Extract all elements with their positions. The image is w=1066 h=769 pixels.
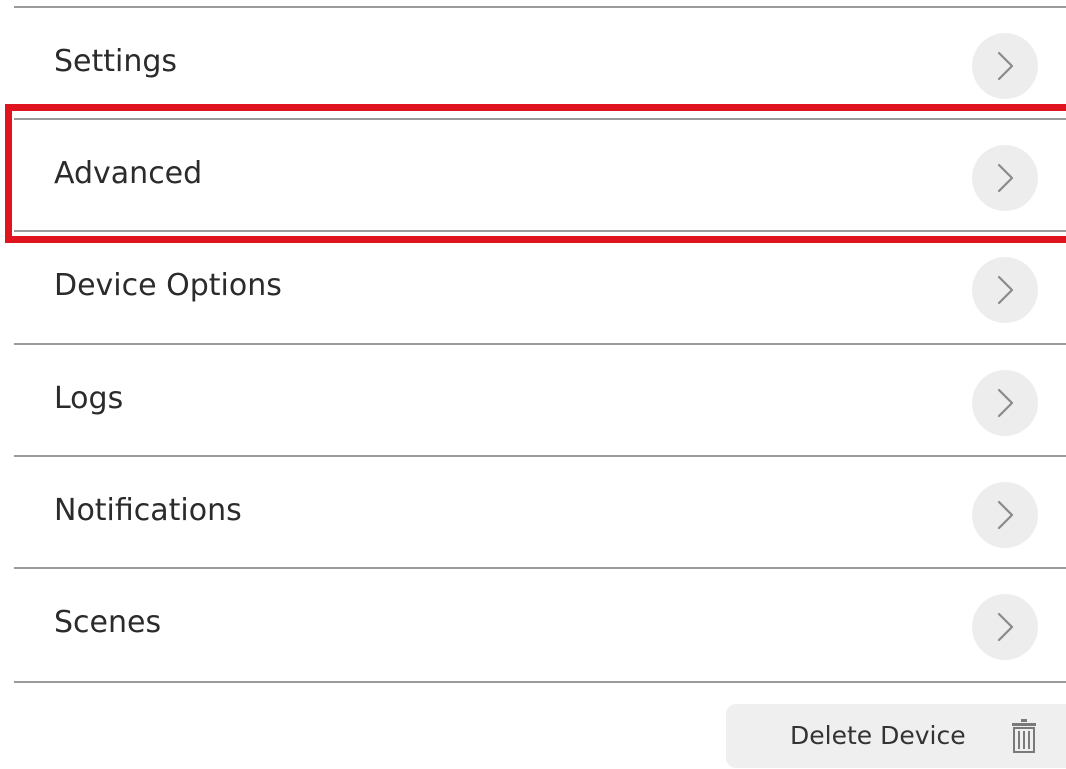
chevron-right-button[interactable]	[972, 594, 1038, 660]
menu-item-label: Advanced	[54, 156, 203, 191]
menu-item-settings[interactable]: Settings	[14, 6, 1066, 118]
chevron-right-icon	[997, 163, 1014, 193]
chevron-right-icon	[997, 51, 1014, 81]
menu-item-label: Settings	[54, 44, 178, 79]
divider	[14, 681, 1066, 683]
chevron-right-button[interactable]	[972, 33, 1038, 99]
chevron-right-icon	[997, 275, 1014, 305]
menu-item-label: Notifications	[54, 493, 242, 528]
menu-item-advanced[interactable]: Advanced	[14, 118, 1066, 230]
menu-item-logs[interactable]: Logs	[14, 343, 1066, 455]
chevron-right-button[interactable]	[972, 257, 1038, 323]
divider	[14, 343, 1066, 345]
trash-icon	[1012, 719, 1036, 753]
menu-item-label: Device Options	[54, 268, 282, 303]
chevron-right-button[interactable]	[972, 145, 1038, 211]
menu-item-scenes[interactable]: Scenes	[14, 567, 1066, 679]
delete-device-label: Delete Device	[790, 721, 966, 750]
chevron-right-icon	[997, 612, 1014, 642]
chevron-right-button[interactable]	[972, 482, 1038, 548]
divider	[14, 567, 1066, 569]
menu-item-notifications[interactable]: Notifications	[14, 455, 1066, 567]
menu-item-label: Scenes	[54, 605, 162, 640]
menu-item-device-options[interactable]: Device Options	[14, 230, 1066, 342]
delete-device-button[interactable]: Delete Device	[726, 704, 1066, 768]
chevron-right-button[interactable]	[972, 370, 1038, 436]
chevron-right-icon	[997, 388, 1014, 418]
device-menu-list: Settings Advanced Device Options Logs No…	[0, 0, 1066, 683]
chevron-right-icon	[997, 500, 1014, 530]
menu-item-label: Logs	[54, 381, 124, 416]
